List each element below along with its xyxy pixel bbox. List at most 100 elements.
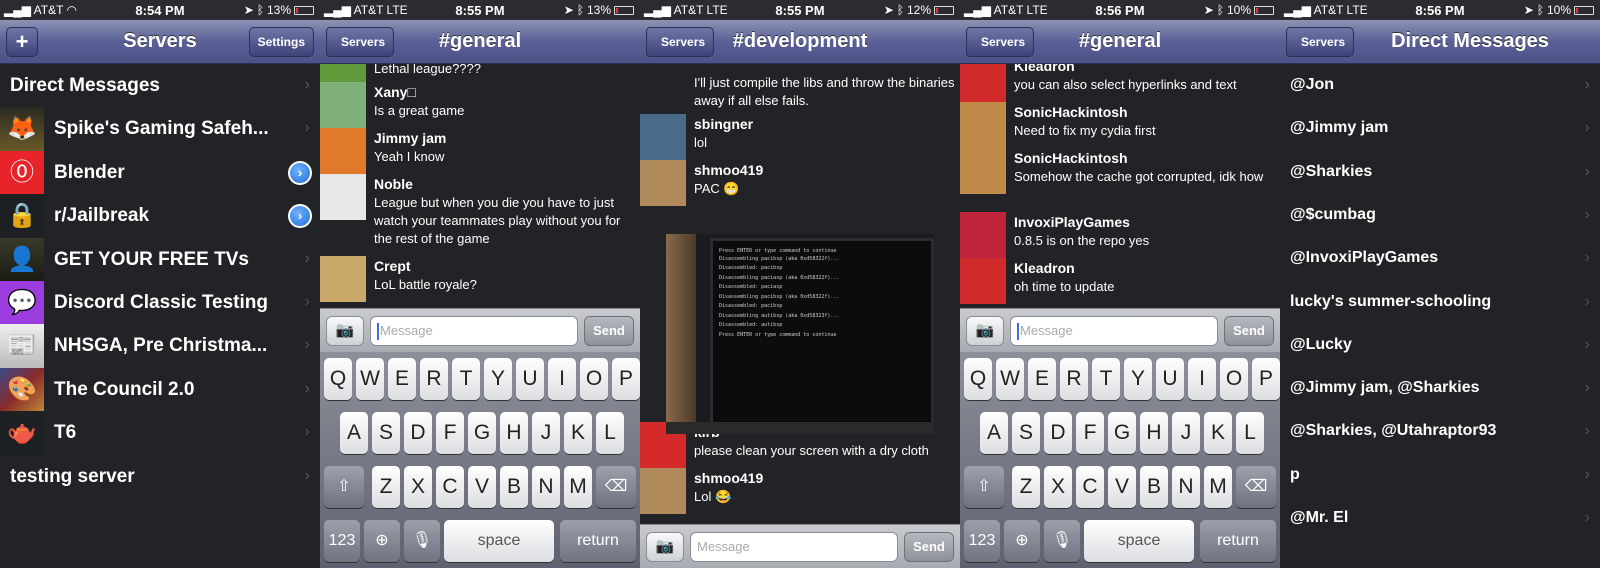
camera-button[interactable]: 📷	[646, 532, 684, 562]
key-t[interactable]: T	[452, 358, 480, 400]
server-row[interactable]: Direct Messages ›	[0, 64, 320, 108]
server-row[interactable]: ⓪ Blender ›	[0, 150, 320, 195]
message[interactable]: Kleadron oh time to update	[960, 258, 1280, 304]
dm-row[interactable]: @Sharkies ›	[1280, 151, 1600, 194]
key-g[interactable]: G	[1108, 412, 1136, 454]
server-row[interactable]: testing server ›	[0, 455, 320, 499]
key-o[interactable]: O	[1220, 358, 1248, 400]
key-l[interactable]: L	[596, 412, 624, 454]
key-v[interactable]: V	[468, 466, 496, 508]
message[interactable]: Jimmy jam Yeah I know	[320, 128, 640, 174]
key-s[interactable]: S	[1012, 412, 1040, 454]
server-row[interactable]: 🦊 Spike's Gaming Safeh... ›	[0, 107, 320, 152]
key-m[interactable]: M	[1204, 466, 1232, 508]
key-d[interactable]: D	[404, 412, 432, 454]
user-avatar[interactable]	[320, 82, 366, 128]
camera-button[interactable]: 📷	[966, 316, 1004, 346]
send-button[interactable]: Send	[1224, 316, 1274, 346]
globe-key[interactable]: ⊕	[1004, 520, 1040, 562]
delete-key[interactable]: ⌫	[596, 466, 636, 508]
key-m[interactable]: M	[564, 466, 592, 508]
key-b[interactable]: B	[500, 466, 528, 508]
key-l[interactable]: L	[1236, 412, 1264, 454]
server-row[interactable]: 👤 GET YOUR FREE TVs ›	[0, 237, 320, 282]
key-u[interactable]: U	[516, 358, 544, 400]
key-i[interactable]: I	[1188, 358, 1216, 400]
message-input[interactable]: Message	[1010, 316, 1218, 346]
return-key[interactable]: return	[1200, 520, 1276, 562]
shift-key[interactable]: ⇧	[324, 466, 364, 508]
user-avatar[interactable]	[960, 148, 1006, 194]
key-e[interactable]: E	[388, 358, 416, 400]
server-row[interactable]: 🎨 The Council 2.0 ›	[0, 367, 320, 412]
user-avatar[interactable]	[320, 128, 366, 174]
numbers-key[interactable]: 123	[324, 520, 360, 562]
dm-row[interactable]: p ›	[1280, 454, 1600, 497]
key-z[interactable]: Z	[372, 466, 400, 508]
user-avatar[interactable]	[960, 102, 1006, 148]
key-y[interactable]: Y	[484, 358, 512, 400]
dm-row[interactable]: lucky's summer-schooling ›	[1280, 281, 1600, 324]
key-v[interactable]: V	[1108, 466, 1136, 508]
key-r[interactable]: R	[420, 358, 448, 400]
key-i[interactable]: I	[548, 358, 576, 400]
key-c[interactable]: C	[1076, 466, 1104, 508]
server-row[interactable]: 💬 Discord Classic Testing ›	[0, 281, 320, 325]
message[interactable]: Xany□ Is a great game	[320, 82, 640, 128]
key-a[interactable]: A	[340, 412, 368, 454]
key-y[interactable]: Y	[1124, 358, 1152, 400]
shift-key[interactable]: ⇧	[964, 466, 1004, 508]
server-row[interactable]: 📰 NHSGA, Pre Christma... ›	[0, 324, 320, 369]
user-avatar[interactable]	[320, 174, 366, 220]
message[interactable]: sbingner lol	[640, 114, 960, 160]
key-t[interactable]: T	[1092, 358, 1120, 400]
dm-row[interactable]: @Mr. El ›	[1280, 497, 1600, 540]
dm-row[interactable]: @Jimmy jam, @Sharkies ›	[1280, 367, 1600, 410]
space-key[interactable]: space	[444, 520, 554, 562]
key-n[interactable]: N	[1172, 466, 1200, 508]
message[interactable]: SonicHackintosh Need to fix my cydia firs…	[960, 102, 1280, 148]
key-f[interactable]: F	[436, 412, 464, 454]
key-h[interactable]: H	[500, 412, 528, 454]
dm-row[interactable]: @Sharkies, @Utahraptor93 ›	[1280, 410, 1600, 453]
key-q[interactable]: Q	[964, 358, 992, 400]
key-r[interactable]: R	[1060, 358, 1088, 400]
user-avatar[interactable]	[960, 258, 1006, 304]
key-p[interactable]: P	[1252, 358, 1280, 400]
numbers-key[interactable]: 123	[964, 520, 1000, 562]
dm-row[interactable]: @Lucky ›	[1280, 324, 1600, 367]
key-k[interactable]: K	[564, 412, 592, 454]
globe-key[interactable]: ⊕	[364, 520, 400, 562]
user-avatar[interactable]	[640, 468, 686, 514]
disclosure-button[interactable]: ›	[288, 160, 312, 185]
return-key[interactable]: return	[560, 520, 636, 562]
dm-row[interactable]: @$cumbag ›	[1280, 194, 1600, 237]
key-n[interactable]: N	[532, 466, 560, 508]
key-h[interactable]: H	[1140, 412, 1168, 454]
key-w[interactable]: W	[996, 358, 1024, 400]
disclosure-button[interactable]: ›	[288, 204, 312, 229]
delete-key[interactable]: ⌫	[1236, 466, 1276, 508]
user-avatar[interactable]	[640, 160, 686, 206]
key-u[interactable]: U	[1156, 358, 1184, 400]
message[interactable]: shmoo419 PAC 😁	[640, 160, 960, 206]
message[interactable]: shmoo419 Lol 😂	[640, 468, 960, 514]
key-c[interactable]: C	[436, 466, 464, 508]
send-button[interactable]: Send	[584, 316, 634, 346]
send-button[interactable]: Send	[904, 532, 954, 562]
key-o[interactable]: O	[580, 358, 608, 400]
key-g[interactable]: G	[468, 412, 496, 454]
key-a[interactable]: A	[980, 412, 1008, 454]
key-z[interactable]: Z	[1012, 466, 1040, 508]
key-b[interactable]: B	[1140, 466, 1168, 508]
microphone-key[interactable]: 🎙	[404, 520, 440, 562]
key-k[interactable]: K	[1204, 412, 1232, 454]
key-q[interactable]: Q	[324, 358, 352, 400]
key-x[interactable]: X	[404, 466, 432, 508]
key-p[interactable]: P	[612, 358, 640, 400]
terminal-photo-attachment[interactable]: Press ENTER or type command to continue D…	[666, 234, 934, 434]
message-input[interactable]: Message	[370, 316, 578, 346]
key-j[interactable]: J	[532, 412, 560, 454]
space-key[interactable]: space	[1084, 520, 1194, 562]
dm-row[interactable]: @Jon ›	[1280, 64, 1600, 107]
